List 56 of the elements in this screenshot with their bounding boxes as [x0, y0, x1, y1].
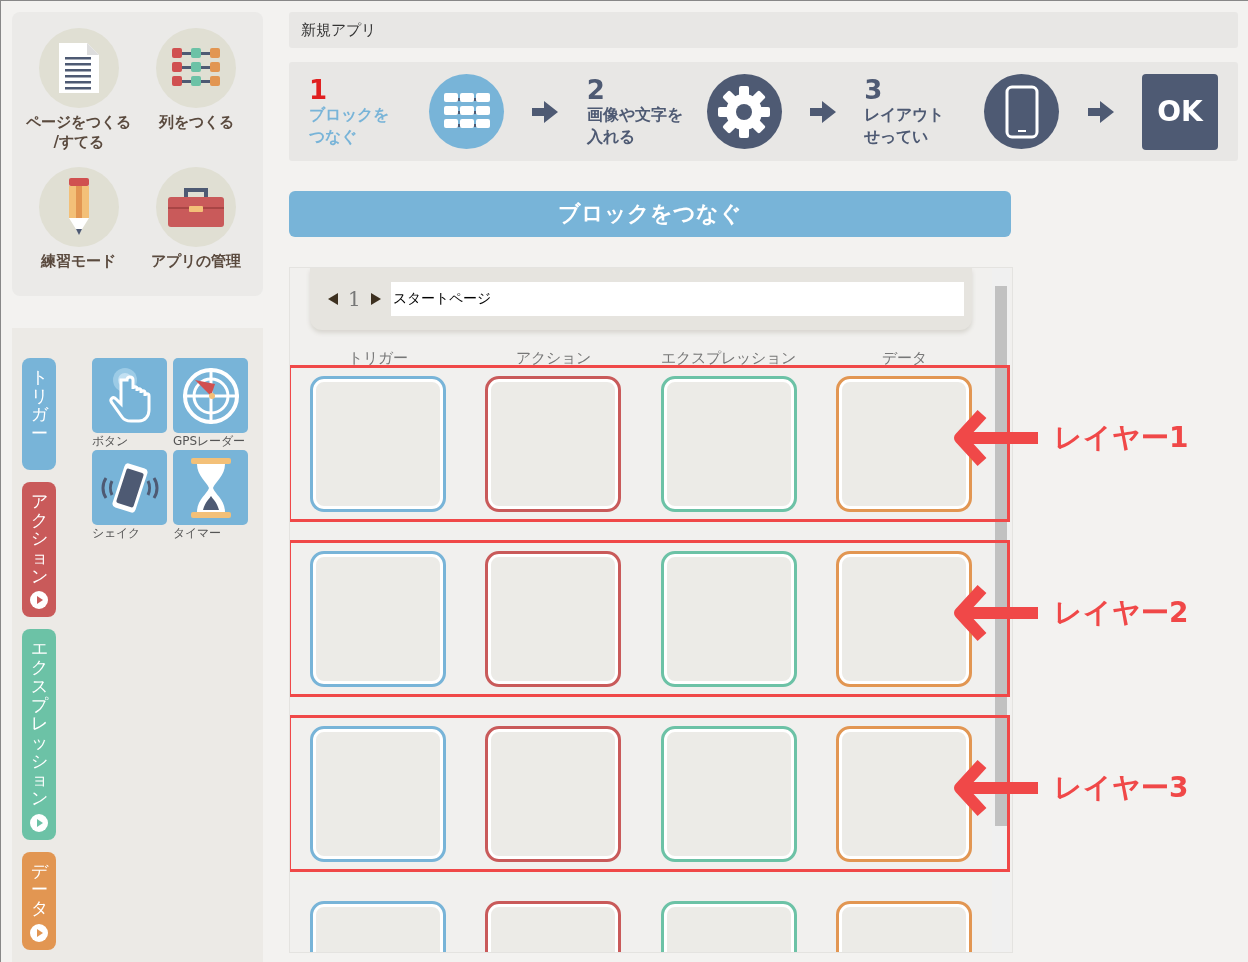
block-slot[interactable] — [836, 551, 973, 687]
page-number: 1 — [348, 287, 361, 311]
block-slot[interactable] — [309, 726, 446, 862]
block-slot[interactable] — [485, 551, 622, 687]
arrow-right-icon — [810, 100, 836, 123]
section-title: ブロックをつなぐ — [558, 200, 742, 228]
column-header: データ — [880, 348, 928, 368]
block-slot[interactable] — [309, 551, 446, 687]
column-header: アクション — [514, 348, 592, 368]
block-slot[interactable] — [485, 376, 622, 512]
step-label[interactable]: 入れる — [586, 125, 697, 148]
next-arrow-icon[interactable] — [370, 293, 381, 305]
menu-label[interactable]: アプリの管理 — [151, 251, 242, 271]
play-icon — [30, 591, 48, 610]
step-label[interactable]: レイアウト — [864, 103, 975, 126]
block-slot[interactable] — [309, 376, 446, 512]
block-label: タイマー — [173, 525, 222, 542]
step-label[interactable]: せってい — [864, 125, 975, 148]
block-slot[interactable] — [836, 726, 973, 862]
column-header: エクスプレッション — [660, 348, 798, 368]
layer-annotation: レイヤー3 — [1054, 770, 1189, 806]
block-slot[interactable] — [660, 376, 797, 512]
arrow-right-icon — [532, 100, 559, 123]
menu-label[interactable]: /すてる — [53, 132, 104, 152]
arrow-left-icon — [952, 408, 1038, 468]
arrow-left-icon — [952, 758, 1038, 818]
radar-icon[interactable] — [173, 358, 248, 433]
page-name-field[interactable]: スタートページ — [390, 282, 964, 316]
step-number: 2 — [586, 75, 606, 104]
block-label: GPSレーダー — [173, 433, 247, 450]
ok-button[interactable]: OK — [1141, 73, 1218, 150]
hand-tap-icon[interactable] — [92, 358, 167, 433]
category-tab[interactable]: アクション — [22, 482, 56, 618]
block-slot[interactable] — [660, 551, 797, 687]
arrow-left-icon — [952, 583, 1038, 643]
column-header: トリガー — [346, 348, 409, 368]
play-icon — [30, 813, 48, 832]
block-slot[interactable] — [836, 376, 973, 512]
menu-label[interactable]: 列をつくる — [158, 112, 234, 132]
step-label[interactable]: 画像や文字を — [586, 103, 697, 126]
menu-label[interactable]: ページをつくる — [26, 112, 132, 132]
arrow-right-icon — [1087, 100, 1114, 123]
hourglass-icon[interactable] — [173, 450, 248, 525]
step-number: 3 — [864, 75, 884, 104]
app-title: 新規アプリ — [301, 20, 376, 40]
block-slot[interactable] — [485, 726, 622, 862]
menu-label[interactable]: 練習モード — [41, 251, 117, 271]
layer-annotation: レイヤー2 — [1054, 595, 1189, 631]
block-label: ボタン — [92, 433, 129, 450]
layer-annotation: レイヤー1 — [1054, 420, 1189, 456]
block-label: シェイク — [92, 525, 141, 542]
block-slot[interactable] — [660, 726, 797, 862]
prev-arrow-icon[interactable] — [328, 293, 338, 305]
phone-shake-icon[interactable] — [92, 450, 167, 525]
step-number: 1 — [309, 75, 329, 104]
play-icon — [30, 923, 48, 942]
